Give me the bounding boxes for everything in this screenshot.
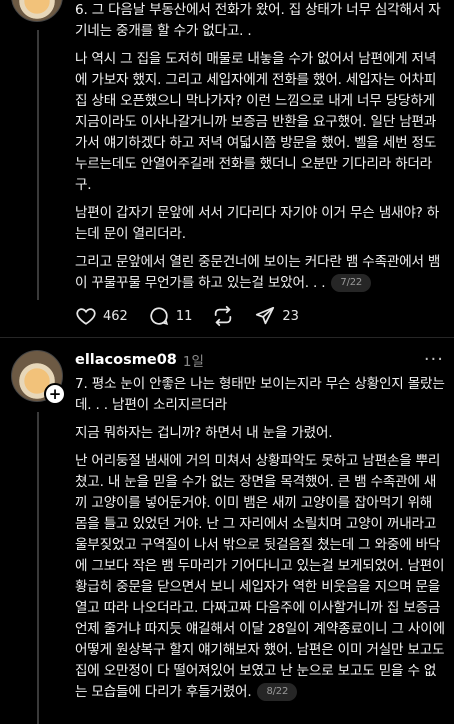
post-paragraph: 나 역시 그 집을 도저히 매물로 내놓을 수가 없어서 남편에게 저녁에 가보…	[75, 51, 437, 193]
post-actions: 462 11 23	[75, 305, 299, 327]
share-button[interactable]: 23	[254, 305, 299, 327]
share-count: 23	[282, 308, 299, 324]
post-header: ellacosme08 1일 ···	[75, 349, 444, 370]
post-body: 7. 평소 눈이 안좋은 나는 형태만 보이는지라 무슨 상황인지 몰랐는데. …	[75, 374, 445, 710]
thread-line	[37, 30, 39, 300]
more-options-icon[interactable]: ···	[424, 349, 444, 370]
thread-line	[37, 412, 39, 724]
like-count: 462	[103, 308, 128, 324]
post-paragraph: 6. 그 다음날 부동산에서 전화가 왔어. 집 상태가 너무 심각해서 자기네…	[75, 2, 441, 39]
timestamp: 1일	[182, 353, 204, 370]
page-badge: 7/22	[331, 274, 372, 292]
follow-plus-icon[interactable]: +	[44, 383, 66, 405]
comment-button[interactable]: 11	[148, 305, 193, 327]
like-button[interactable]: 462	[75, 305, 128, 327]
username[interactable]: ellacosme08	[75, 352, 177, 368]
post-paragraph-text: 난 어리둥절 냄새에 거의 미쳐서 상황파악도 못하고 남편손을 뿌리쳤고. 내…	[75, 453, 445, 700]
post-paragraph: 지금 뭐하자는 겁니까? 하면서 내 눈을 가렸어.	[75, 425, 333, 441]
avatar[interactable]	[11, 0, 63, 22]
send-icon	[256, 306, 275, 325]
repost-icon	[215, 305, 232, 327]
post-paragraph: 남편이 갑자기 문앞에 서서 기다리다 자기야 이거 무슨 냄새야? 하는데 문…	[75, 205, 440, 242]
comment-count: 11	[175, 308, 193, 324]
avatar[interactable]: +	[11, 350, 66, 405]
comment-icon	[150, 307, 168, 326]
post-body: 6. 그 다음날 부동산에서 전화가 왔어. 집 상태가 너무 심각해서 자기네…	[75, 0, 445, 301]
repost-button[interactable]	[212, 305, 234, 327]
post-paragraph: 7. 평소 눈이 안좋은 나는 형태만 보이는지라 무슨 상황인지 몰랐는데. …	[75, 376, 445, 413]
heart-icon	[76, 308, 96, 325]
page-badge: 8/22	[257, 683, 298, 701]
post-paragraph: 난 어리둥절 냄새에 거의 미쳐서 상황파악도 못하고 남편손을 뿌리쳤고. 내…	[75, 451, 445, 703]
post-paragraph: 그리고 문앞에서 열린 중문건너에 보이는 커다란 뱀 수족관에서 뱀이 꾸물꾸…	[75, 252, 445, 294]
post-paragraph-text: 그리고 문앞에서 열린 중문건너에 보이는 커다란 뱀 수족관에서 뱀이 꾸물꾸…	[75, 254, 441, 291]
divider	[0, 337, 454, 338]
